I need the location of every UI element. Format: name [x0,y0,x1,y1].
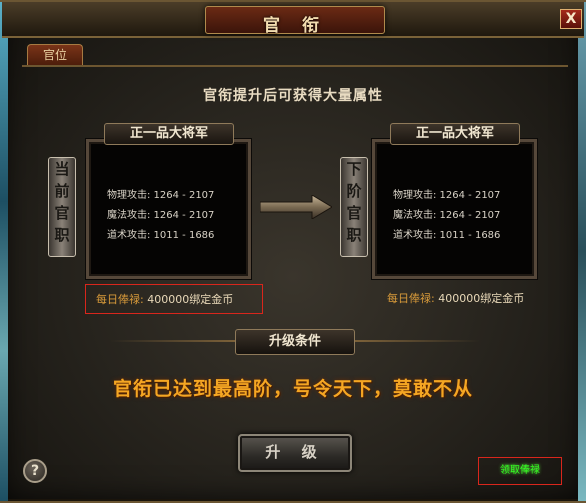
claim-salary-link[interactable]: 领取俸禄 [478,457,562,485]
current-daily-salary: 每日俸禄: 400000绑定金币 [85,284,263,314]
next-rank-side-label: 下 阶 官 职 [340,157,368,257]
current-rank-title: 正一品大将军 [104,123,234,145]
stat-taoist-attack: 道术攻击: 1011 - 1686 [107,230,215,241]
tab-official-position[interactable]: 官位 [27,44,83,66]
help-icon[interactable]: ? [23,459,47,483]
side-char: 职 [54,226,70,244]
side-char: 当 [54,160,70,178]
current-rank-panel: 物理攻击: 1264 - 2107 魔法攻击: 1264 - 2107 道术攻击… [86,139,251,279]
side-char: 官 [54,204,70,222]
salary-label: 每日俸禄: [96,293,144,306]
window-title: 官 衔 [263,16,327,36]
left-edge-decoration [0,2,8,501]
right-edge-decoration [578,2,586,501]
title-plate: 官 衔 [205,6,385,36]
side-char: 职 [346,226,362,244]
side-char: 前 [54,182,70,200]
subtitle: 官衔提升后可获得大量属性 [203,88,383,104]
side-char: 下 [346,160,362,178]
stat-physical-attack: 物理攻击: 1264 - 2107 [107,190,215,201]
official-rank-window: 官 衔 X 官位 官衔提升后可获得大量属性 当 前 官 职 物理攻击: 1264… [0,0,586,503]
side-char: 阶 [346,182,362,200]
stat-magic-attack: 魔法攻击: 1264 - 2107 [107,210,215,221]
salary-value: 400000绑定金币 [147,293,234,306]
max-rank-message: 官衔已达到最高阶，号令天下，莫敢不从 [112,378,473,400]
stat-magic-attack: 魔法攻击: 1264 - 2107 [393,210,501,221]
side-char: 官 [346,204,362,222]
stat-taoist-attack: 道术攻击: 1011 - 1686 [393,230,501,241]
next-daily-salary: 每日俸禄: 400000绑定金币 [387,284,524,314]
upgrade-button[interactable]: 升 级 [238,434,352,472]
arrow-right-icon [260,195,332,219]
upgrade-conditions-title: 升级条件 [235,329,355,355]
stat-physical-attack: 物理攻击: 1264 - 2107 [393,190,501,201]
close-button[interactable]: X [560,9,582,29]
title-bar[interactable]: 官 衔 X [2,2,584,38]
salary-label: 每日俸禄: [387,292,435,305]
next-rank-panel: 物理攻击: 1264 - 2107 魔法攻击: 1264 - 2107 道术攻击… [372,139,537,279]
current-rank-side-label: 当 前 官 职 [48,157,76,257]
salary-value: 400000绑定金币 [438,292,525,305]
next-rank-title: 正一品大将军 [390,123,520,145]
tab-divider [22,65,568,67]
